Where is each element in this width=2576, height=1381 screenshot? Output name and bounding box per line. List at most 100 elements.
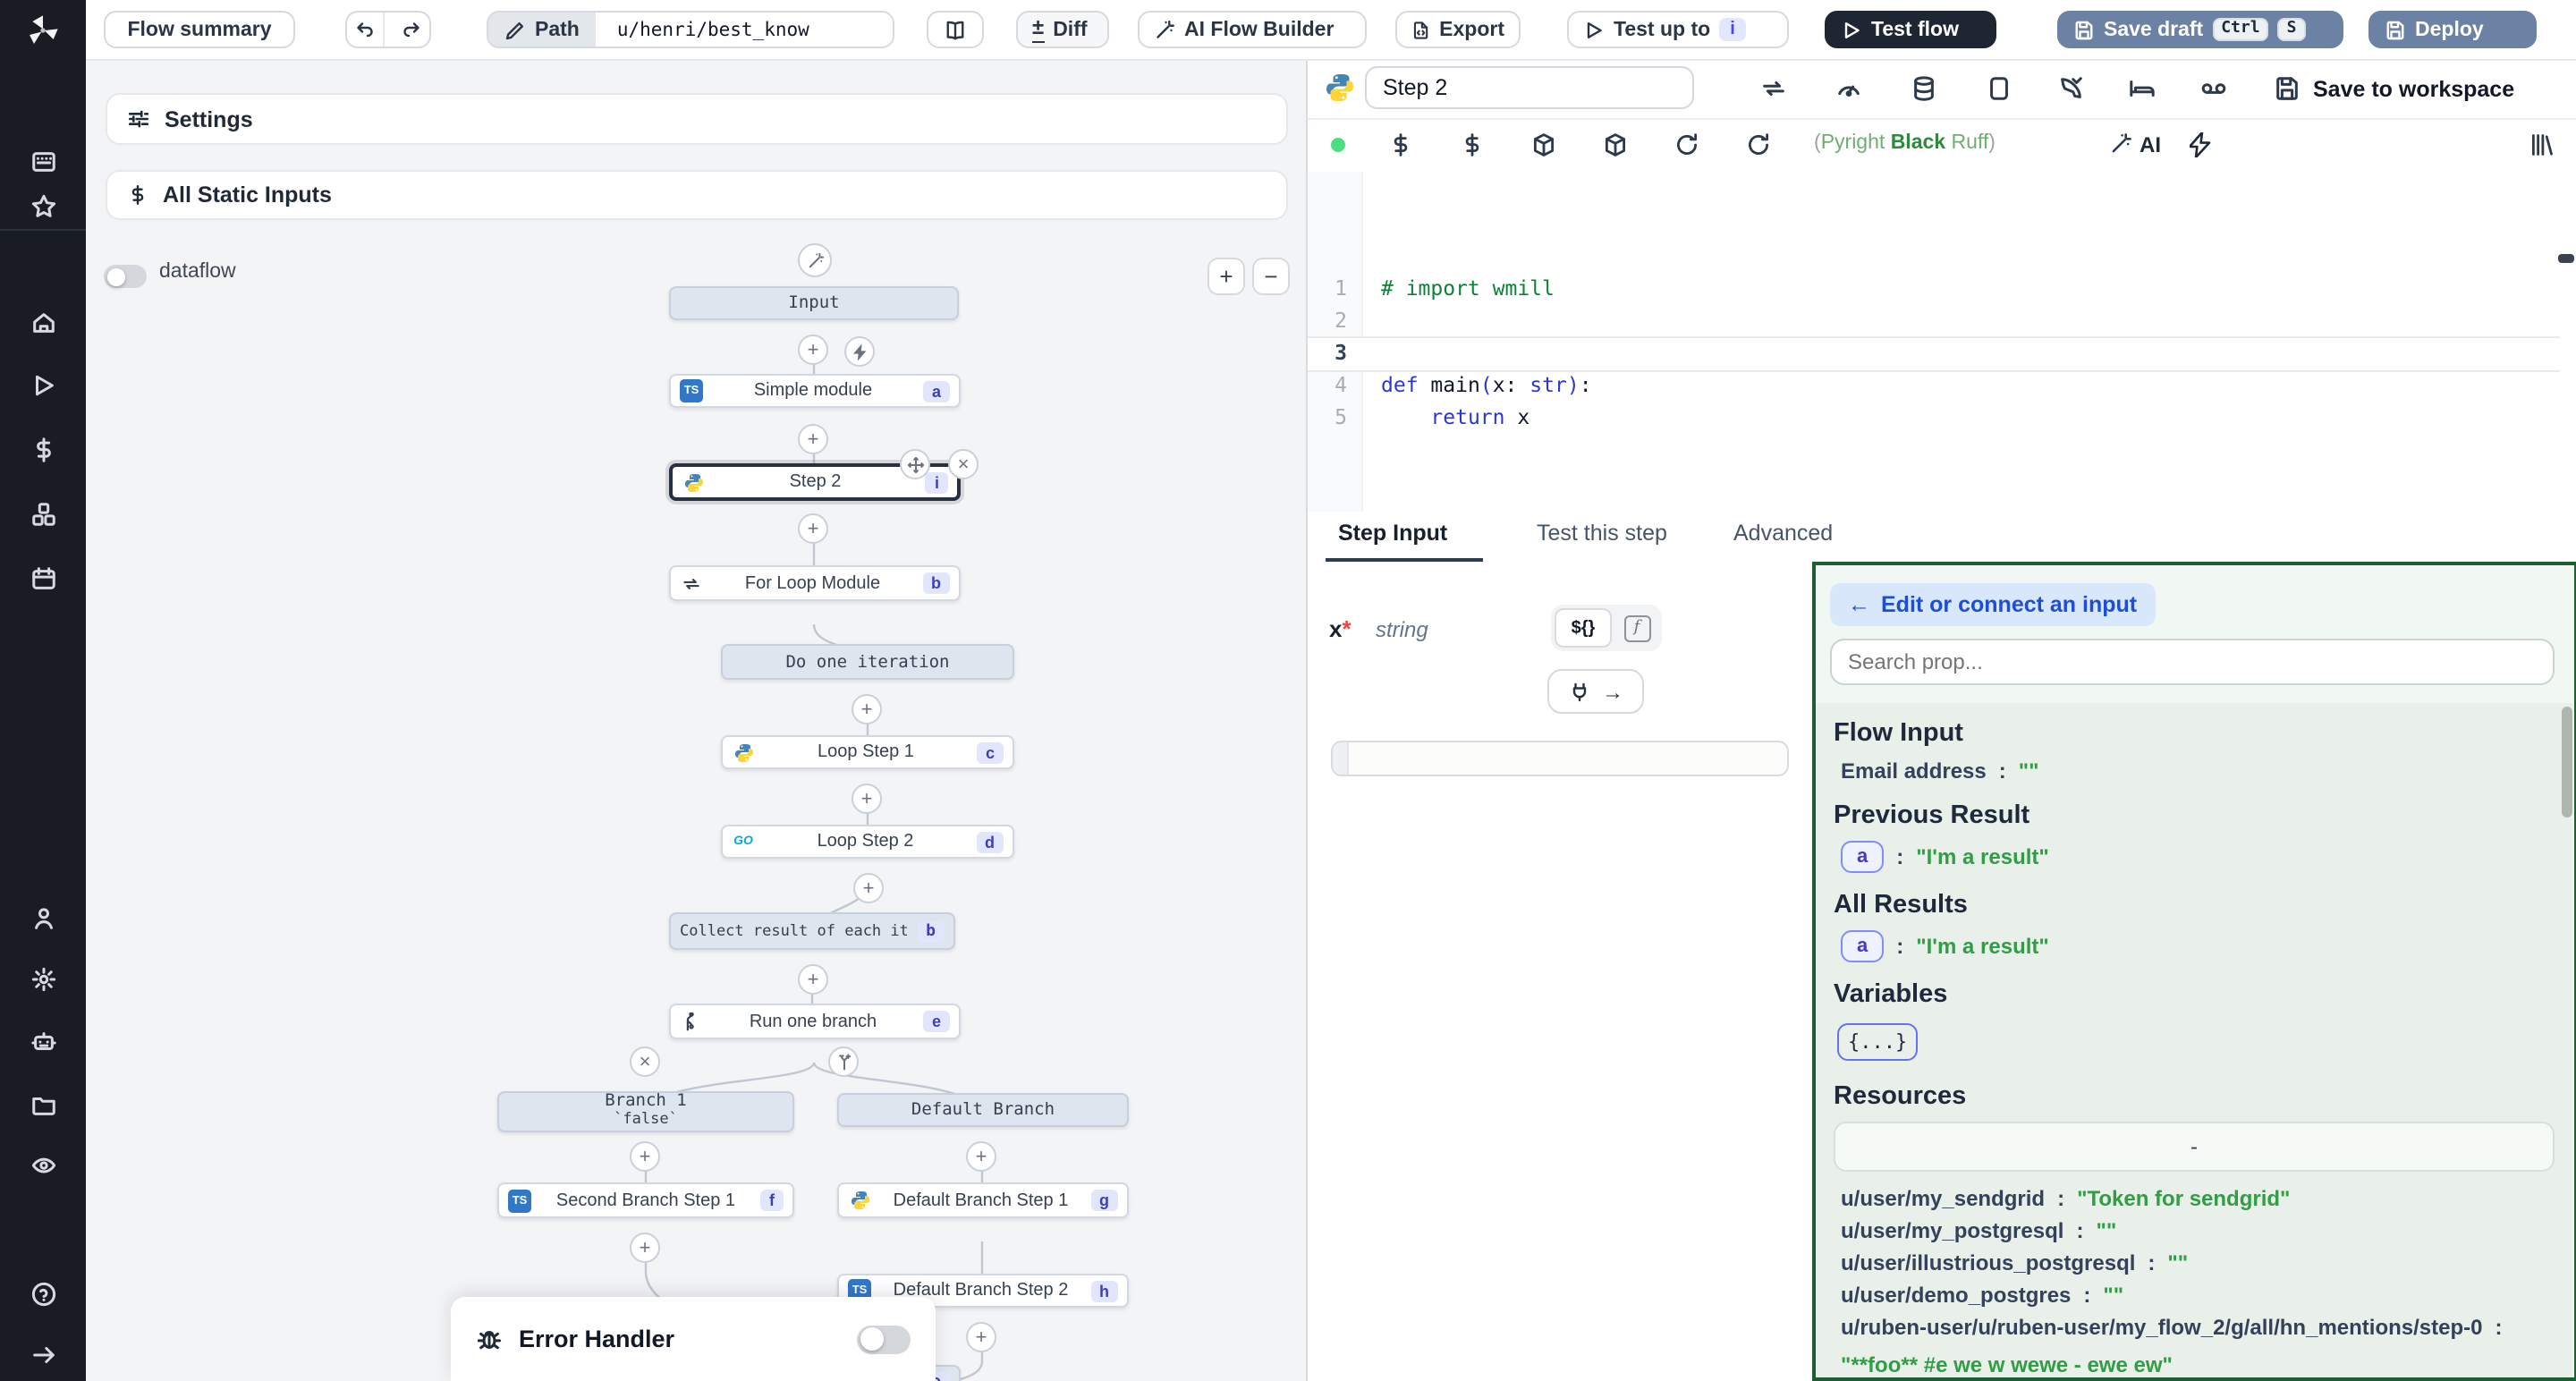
collapse-arrow-icon[interactable]: [0, 1327, 86, 1381]
early-stop-gauge-icon[interactable]: [1835, 75, 1862, 102]
ai-wand-icon[interactable]: [2109, 132, 2136, 159]
deploy-button[interactable]: Deploy: [2368, 11, 2537, 48]
resource-row[interactable]: u/user/my_sendgrid : "Token for sendgrid…: [1841, 1186, 2555, 1211]
prop-row[interactable]: a : "I'm a result": [1841, 841, 2555, 873]
insert-step-button[interactable]: +: [630, 1233, 660, 1263]
flow-summary-button[interactable]: Flow summary: [104, 11, 295, 48]
ai-label[interactable]: AI: [2140, 132, 2161, 157]
resource-row[interactable]: u/user/demo_postgres : "": [1841, 1283, 2555, 1308]
resources-cubes-icon[interactable]: [0, 487, 86, 540]
flow-node-default-branch[interactable]: Default Branch: [837, 1093, 1129, 1127]
tab-advanced[interactable]: Advanced: [1733, 521, 1833, 546]
ai-flow-builder-button[interactable]: AI Flow Builder: [1138, 11, 1367, 48]
package-icon[interactable]: [1531, 132, 1558, 159]
reload-icon[interactable]: [1746, 132, 1773, 159]
result-id-badge[interactable]: a: [1841, 841, 1884, 873]
prop-row[interactable]: a : "I'm a result": [1841, 930, 2555, 962]
settings-gear-icon[interactable]: [0, 952, 86, 1005]
redo-icon[interactable]: [394, 13, 429, 47]
flow-node-loop-step-2[interactable]: GO Loop Step 2 d: [721, 825, 1014, 859]
user-icon[interactable]: [0, 891, 86, 945]
insert-step-button[interactable]: +: [966, 1322, 996, 1352]
sleep-icon[interactable]: [2129, 75, 2156, 102]
insert-step-button[interactable]: +: [853, 873, 884, 903]
error-handler-toggle[interactable]: [857, 1325, 911, 1353]
insert-step-button[interactable]: +: [798, 513, 828, 544]
flow-node-for-loop[interactable]: For Loop Module b: [669, 565, 961, 601]
schedules-calendar-icon[interactable]: [0, 551, 86, 605]
ai-edit-flow-button[interactable]: [798, 243, 832, 277]
variables-dollar-icon[interactable]: [0, 422, 86, 476]
save-draft-button[interactable]: Save draft Ctrl S: [2057, 11, 2343, 48]
path-edit-button[interactable]: Path: [488, 13, 596, 47]
flow-node-second-branch-step-1[interactable]: TS Second Branch Step 1 f: [497, 1182, 794, 1218]
flow-node-loop-step-1[interactable]: Loop Step 1 c: [721, 735, 1014, 769]
suspend-phone-icon[interactable]: [2057, 75, 2084, 102]
flow-node-do-one-iteration[interactable]: Do one iteration: [721, 644, 1014, 680]
runs-play-icon[interactable]: [0, 358, 86, 411]
save-icon[interactable]: [2274, 75, 2301, 102]
error-handler-card[interactable]: Error Handler: [451, 1297, 936, 1381]
resource-row[interactable]: u/user/my_postgresql : "": [1841, 1218, 2555, 1243]
insert-step-button[interactable]: +: [966, 1141, 996, 1172]
connect-input-button[interactable]: →: [1547, 669, 1644, 714]
test-up-to-button[interactable]: Test up to i: [1567, 11, 1789, 48]
zoom-out-button[interactable]: −: [1252, 258, 1290, 295]
trigger-button[interactable]: [844, 336, 875, 367]
cache-database-icon[interactable]: [1911, 75, 1937, 102]
concurrency-icon[interactable]: [1986, 75, 2012, 102]
editor-scrollbar[interactable]: [2558, 254, 2574, 263]
connect-panel-scrollbar[interactable]: [2562, 707, 2572, 818]
reload-icon[interactable]: [1674, 132, 1701, 159]
resource-row[interactable]: u/user/illustrious_postgresql : "": [1841, 1250, 2555, 1275]
remove-branch-button[interactable]: ×: [630, 1046, 660, 1077]
library-icon[interactable]: [2529, 132, 2556, 159]
windmill-logo[interactable]: [0, 0, 86, 59]
flow-node-default-branch-step-1[interactable]: Default Branch Step 1 g: [837, 1182, 1129, 1218]
variables-dollar-icon[interactable]: [1460, 132, 1487, 159]
folders-icon[interactable]: [0, 1077, 86, 1131]
flow-node-run-one-branch[interactable]: Run one branch e: [669, 1004, 961, 1039]
flow-node-branch-1[interactable]: Branch 1 `false`: [497, 1091, 794, 1132]
docs-book-button[interactable]: [927, 11, 984, 48]
path-input[interactable]: [605, 13, 893, 47]
package-icon[interactable]: [1603, 132, 1630, 159]
export-button[interactable]: Export: [1395, 11, 1521, 48]
flow-node-simple-module[interactable]: TS Simple module a: [669, 374, 961, 408]
insert-step-button[interactable]: +: [630, 1141, 660, 1172]
tab-test-this-step[interactable]: Test this step: [1537, 521, 1667, 546]
delete-step-button[interactable]: ×: [948, 449, 979, 479]
step-name-input[interactable]: [1365, 66, 1694, 109]
template-mode-button[interactable]: ${}: [1555, 608, 1612, 648]
insert-step-button[interactable]: +: [852, 784, 882, 814]
workers-robot-icon[interactable]: [0, 1014, 86, 1068]
save-to-workspace-label[interactable]: Save to workspace: [2313, 77, 2514, 102]
insert-step-button[interactable]: +: [798, 424, 828, 454]
home-icon[interactable]: [0, 295, 86, 349]
favorites-star-icon[interactable]: [0, 179, 86, 233]
function-mode-button[interactable]: f: [1615, 610, 1658, 646]
back-to-edit-button[interactable]: ← Edit or connect an input: [1830, 583, 2155, 626]
test-flow-button[interactable]: Test flow: [1825, 11, 1996, 48]
zoom-in-button[interactable]: +: [1208, 258, 1245, 295]
insert-step-button[interactable]: +: [798, 335, 828, 365]
insert-step-button[interactable]: +: [852, 694, 882, 724]
prop-row[interactable]: Email address : "": [1841, 758, 2555, 784]
flow-node-input[interactable]: Input: [669, 286, 959, 320]
arg-value-input[interactable]: [1331, 741, 1789, 776]
help-icon[interactable]: [0, 1267, 86, 1320]
move-step-handle[interactable]: [900, 449, 930, 479]
resource-filter-box[interactable]: -: [1834, 1122, 2555, 1172]
undo-icon[interactable]: [347, 13, 385, 47]
insert-step-button[interactable]: +: [798, 964, 828, 995]
add-branch-button[interactable]: [828, 1046, 859, 1077]
flow-node-collect-result[interactable]: Collect result of each iteration b: [669, 912, 955, 950]
result-id-badge[interactable]: a: [1841, 930, 1884, 962]
code-editor[interactable]: 1 2 3 4 5 # import wmill def main(x: str…: [1308, 172, 2576, 512]
diff-button[interactable]: ± Diff: [1016, 11, 1109, 48]
tab-step-input[interactable]: Step Input: [1338, 521, 1447, 546]
bolt-icon[interactable]: [2190, 132, 2216, 159]
variables-object-badge[interactable]: {...}: [1837, 1023, 1918, 1061]
audit-eye-icon[interactable]: [0, 1138, 86, 1191]
mock-voicemail-icon[interactable]: [2200, 75, 2227, 102]
